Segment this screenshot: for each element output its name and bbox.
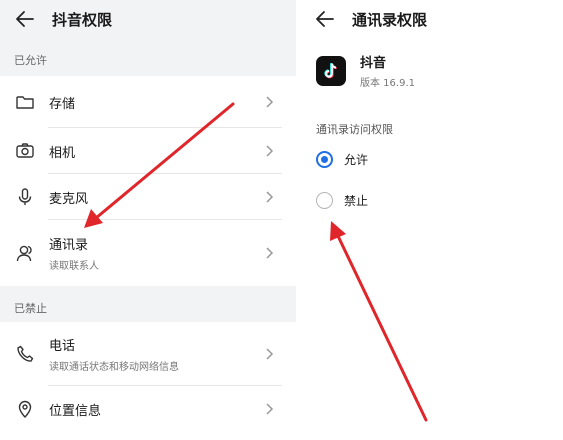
chevron-right-icon — [266, 403, 274, 415]
app-info: 抖音 版本 16.9.1 — [316, 52, 415, 89]
radio-deny[interactable] — [316, 192, 333, 209]
permission-name: 相机 — [49, 145, 76, 161]
top-bar: 抖音权限 — [0, 0, 296, 38]
allowed-permissions-list: 存储 相机 麦克风 通讯录 读取联系人 — [0, 76, 296, 286]
camera-icon — [14, 140, 36, 162]
contacts-icon — [14, 242, 36, 264]
section-label-allowed: 已允许 — [14, 54, 47, 67]
option-label: 禁止 — [344, 194, 369, 208]
permissions-screen: 抖音权限 已允许 存储 相机 麦克风 通讯录 读取联系人 已禁止 电话 读取通话… — [0, 0, 296, 440]
top-bar: 通讯录权限 — [296, 0, 563, 38]
option-allow[interactable]: 允许 — [316, 151, 368, 168]
chevron-right-icon — [266, 348, 274, 360]
permission-item-storage[interactable]: 存储 — [0, 76, 296, 128]
option-deny[interactable]: 禁止 — [316, 192, 368, 209]
section-label-denied: 已禁止 — [14, 302, 47, 315]
chevron-right-icon — [266, 96, 274, 108]
folder-icon — [14, 91, 36, 113]
app-name: 抖音 — [360, 56, 387, 71]
permission-name: 电话 — [49, 339, 76, 354]
chevron-right-icon — [266, 145, 274, 157]
permission-name: 位置信息 — [49, 403, 102, 419]
permission-item-microphone[interactable]: 麦克风 — [0, 174, 296, 220]
permission-name: 麦克风 — [49, 191, 89, 207]
page-title: 通讯录权限 — [352, 10, 428, 29]
permission-item-location[interactable]: 位置信息 — [0, 386, 296, 432]
denied-permissions-list: 电话 读取通话状态和移动网络信息 位置信息 — [0, 322, 296, 440]
phone-icon — [14, 343, 36, 365]
permission-name: 通讯录 — [49, 238, 89, 253]
permission-description: 读取联系人 — [49, 261, 99, 272]
back-arrow-icon[interactable] — [314, 8, 336, 30]
back-arrow-icon[interactable] — [14, 8, 36, 30]
microphone-icon — [14, 186, 36, 208]
radio-allow[interactable] — [316, 151, 333, 168]
contacts-permission-screen: 通讯录权限 抖音 版本 16.9.1 通讯录访问权限 允许 禁止 — [296, 0, 563, 440]
permission-item-contacts[interactable]: 通讯录 读取联系人 — [0, 220, 296, 286]
tiktok-logo-icon — [316, 55, 346, 86]
permission-name: 存储 — [49, 96, 76, 112]
page-title: 抖音权限 — [52, 10, 113, 29]
chevron-right-icon — [266, 191, 274, 203]
permission-item-phone[interactable]: 电话 读取通话状态和移动网络信息 — [0, 322, 296, 386]
section-label-contacts-access: 通讯录访问权限 — [316, 123, 393, 136]
location-icon — [14, 398, 36, 420]
chevron-right-icon — [266, 247, 274, 259]
app-version: 版本 16.9.1 — [360, 78, 415, 89]
option-label: 允许 — [344, 153, 369, 167]
permission-item-camera[interactable]: 相机 — [0, 128, 296, 174]
permission-description: 读取通话状态和移动网络信息 — [49, 362, 179, 373]
